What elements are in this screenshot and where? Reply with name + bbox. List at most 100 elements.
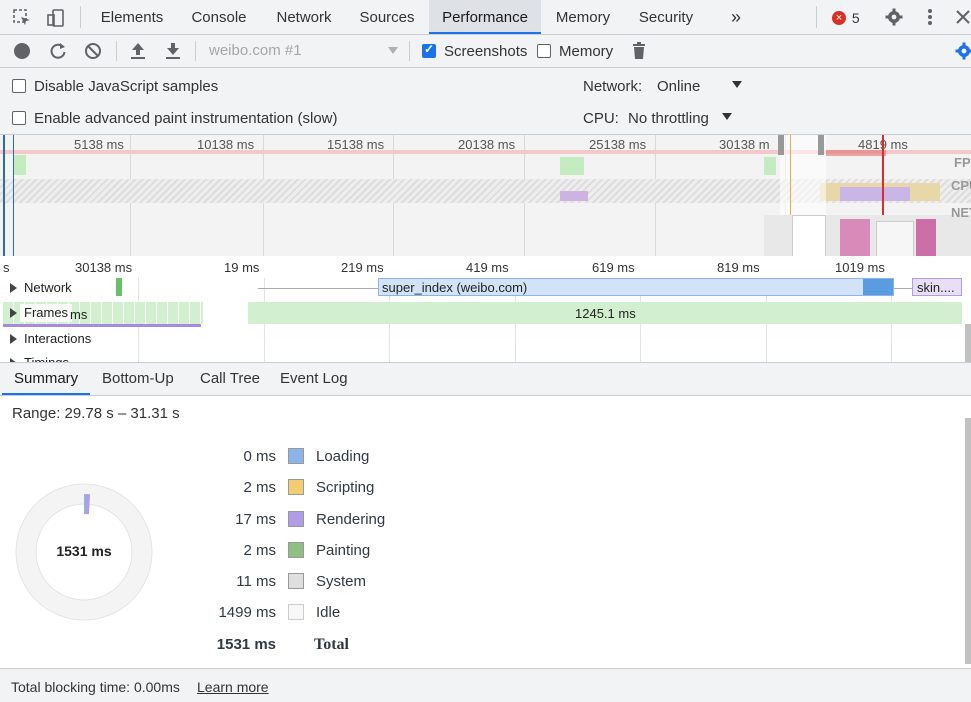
category-label: Idle (316, 604, 341, 621)
frame-duration: ms (70, 307, 88, 322)
summary-pane: Range: 29.78 s – 31.31 s 1531 ms 0 ms Lo… (0, 396, 971, 668)
cpu-throttle-select[interactable]: No throttling (622, 108, 742, 128)
tab-bottom-up[interactable]: Bottom-Up (102, 363, 174, 395)
network-request-bar[interactable]: super_index (weibo.com) (378, 278, 894, 296)
expand-network-track-icon[interactable] (10, 283, 17, 293)
device-toolbar-icon[interactable] (46, 8, 66, 28)
category-label: Rendering (316, 511, 386, 528)
network-request-bar[interactable]: skin.... (912, 278, 962, 296)
summary-row-loading: 0 ms Loading (196, 448, 396, 468)
category-swatch (288, 573, 304, 589)
cpu-throttle-label: CPU: (583, 110, 619, 127)
category-time: 2 ms (243, 479, 276, 496)
load-profile-icon[interactable] (130, 42, 146, 60)
network-request-label: super_index (weibo.com) (382, 280, 528, 295)
category-time: 11 ms (236, 573, 276, 590)
record-button-icon[interactable] (14, 43, 30, 59)
tab-call-tree[interactable]: Call Tree (200, 363, 260, 395)
chevron-down-icon (732, 81, 742, 88)
more-options-icon[interactable] (925, 8, 935, 26)
cpu-throttle-value: No throttling (628, 110, 709, 127)
track-frames[interactable]: Frames (20, 304, 73, 322)
advanced-paint-label: Enable advanced paint instrumentation (s… (34, 110, 338, 127)
tab-sources[interactable]: Sources (350, 0, 424, 34)
track-network[interactable]: Network (24, 280, 72, 295)
tab-summary[interactable]: Summary (1, 363, 91, 395)
category-time: 1499 ms (218, 604, 276, 621)
capture-settings-pane: Disable JavaScript samples Enable advanc… (0, 68, 971, 135)
track-frames-label: Frames (24, 305, 69, 320)
flame-tick: 619 ms (592, 260, 635, 275)
tab-memory[interactable]: Memory (546, 0, 620, 34)
tab-network[interactable]: Network (264, 0, 344, 34)
network-throttle-value: Online (657, 78, 701, 95)
tab-security[interactable]: Security (628, 0, 704, 34)
error-icon: × (832, 11, 846, 26)
total-label: Total (314, 636, 349, 653)
screenshots-label: Screenshots (444, 43, 528, 60)
inspect-element-icon[interactable] (12, 8, 32, 28)
learn-more-link[interactable]: Learn more (197, 679, 269, 695)
screenshots-checkbox[interactable] (422, 42, 436, 58)
profile-select[interactable]: weibo.com #1 (202, 41, 402, 61)
summary-row-system: 11 ms System (196, 573, 396, 593)
clear-icon[interactable] (84, 42, 102, 60)
tab-elements[interactable]: Elements (90, 0, 174, 34)
category-swatch (288, 448, 304, 464)
summary-row-scripting: 2 ms Scripting (196, 479, 396, 499)
overview-lane-label: FPS (954, 155, 971, 170)
network-throttle-label: Network: (583, 78, 643, 95)
profile-select-value: weibo.com #1 (209, 42, 302, 59)
memory-label: Memory (559, 43, 614, 60)
close-devtools-icon[interactable] (956, 9, 970, 25)
summary-footer: Total blocking time: 0.00ms Learn more (0, 668, 971, 702)
pie-total: 1531 ms (56, 543, 112, 559)
track-interactions[interactable]: Interactions (24, 331, 91, 346)
capture-settings-gear-icon[interactable] (955, 42, 971, 60)
category-time: 17 ms (235, 511, 276, 528)
summary-row-painting: 2 ms Painting (196, 542, 396, 562)
expand-frames-track-icon[interactable] (10, 308, 17, 318)
summary-row-total: 1531 ms Total (196, 636, 396, 656)
timeline-overview[interactable]: 5138 ms 10138 ms 15138 ms 20138 ms 25138… (0, 135, 971, 256)
memory-checkbox[interactable] (537, 44, 551, 58)
garbage-collect-icon[interactable] (632, 42, 646, 60)
flame-tick: 30138 ms (75, 260, 133, 275)
tab-console[interactable]: Console (180, 0, 258, 34)
tab-event-log[interactable]: Event Log (280, 363, 348, 395)
flame-chart[interactable]: s 30138 ms 19 ms 219 ms 419 ms 619 ms 81… (0, 258, 971, 363)
category-swatch (288, 511, 304, 527)
category-swatch (288, 479, 304, 495)
track-timings[interactable]: Timings (24, 355, 69, 362)
advanced-paint-checkbox[interactable] (12, 111, 26, 125)
save-profile-icon[interactable] (165, 42, 181, 60)
tab-performance[interactable]: Performance (429, 0, 541, 34)
flame-tick: 1019 ms (835, 260, 885, 275)
category-label: System (316, 573, 367, 590)
reload-record-icon[interactable] (49, 42, 67, 60)
summary-pie-chart: 1531 ms (14, 482, 154, 622)
flame-tick: 819 ms (717, 260, 760, 275)
total-time: 1531 ms (216, 636, 276, 653)
devtools-tab-bar: Elements Console Network Sources Perform… (0, 0, 971, 35)
flame-tick: 19 ms (224, 260, 260, 275)
category-swatch (288, 604, 304, 620)
network-request-label: skin.... (917, 280, 955, 295)
flame-tick: 419 ms (466, 260, 509, 275)
expand-interactions-track-icon[interactable] (10, 334, 17, 344)
summary-row-rendering: 17 ms Rendering (196, 511, 396, 531)
settings-gear-icon[interactable] (885, 8, 903, 26)
network-throttle-select[interactable]: Online (650, 76, 750, 96)
more-tabs-button[interactable]: » (722, 0, 750, 34)
summary-scrollbar[interactable] (965, 418, 971, 664)
category-time: 2 ms (243, 542, 276, 559)
total-blocking-time: Total blocking time: 0.00ms (11, 679, 180, 695)
range-label: Range: 29.78 s – 31.31 s (12, 405, 180, 422)
details-tab-bar: Summary Bottom-Up Call Tree Event Log (0, 363, 971, 396)
flame-scrollbar[interactable] (965, 324, 971, 362)
error-counter[interactable]: × 5 (832, 9, 860, 26)
screenshot-filmstrip (764, 215, 971, 256)
disable-js-samples-checkbox[interactable] (12, 79, 26, 93)
category-swatch (288, 542, 304, 558)
chevron-down-icon (388, 47, 398, 54)
